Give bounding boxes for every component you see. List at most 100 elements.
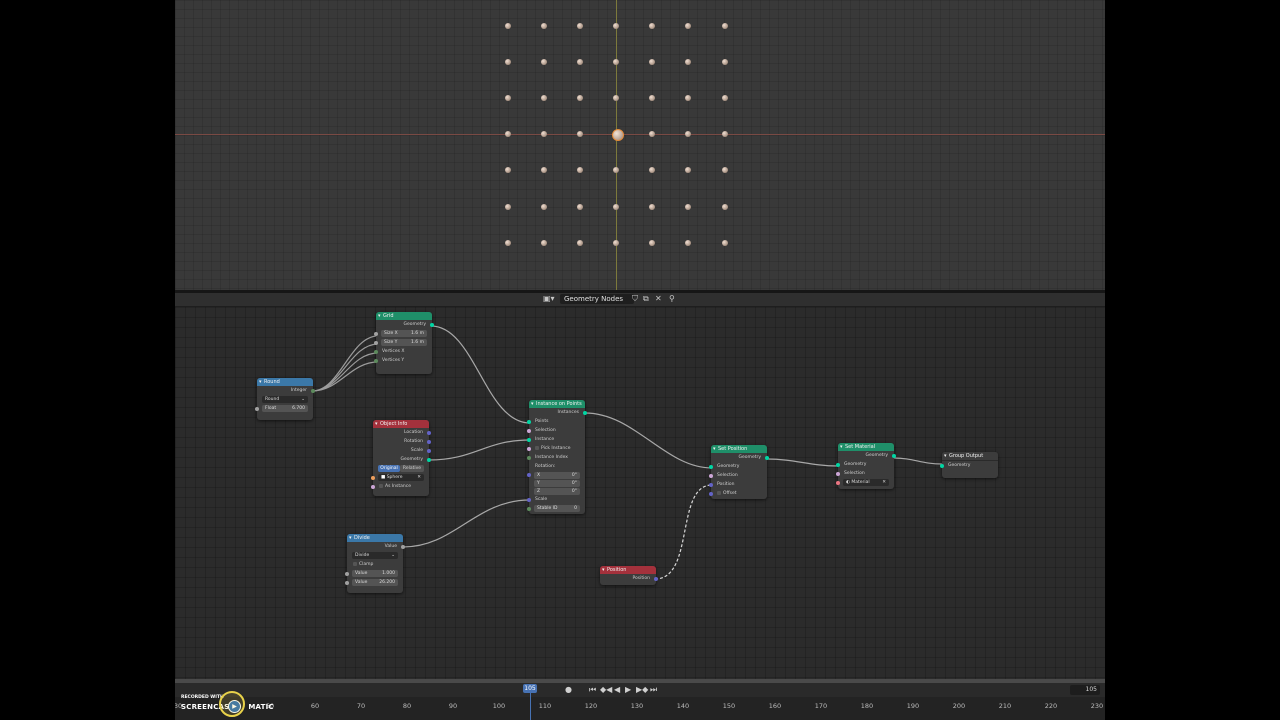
node-tree-name-field[interactable]: Geometry Nodes	[560, 294, 634, 304]
material-selector[interactable]: ◐ Material ✕	[843, 479, 889, 486]
node-set-position[interactable]: Set Position Geometry Geometry Selection…	[709, 445, 769, 499]
output-socket[interactable]	[765, 455, 769, 460]
input-socket[interactable]	[527, 497, 531, 502]
node-instance-on-points[interactable]: Instance on Points Instances Points Sele…	[527, 400, 587, 514]
input-socket[interactable]	[527, 437, 531, 442]
play-icon[interactable]: ▶	[625, 685, 631, 695]
input-socket[interactable]	[374, 340, 378, 345]
value-1-field[interactable]: Value 1.000	[352, 570, 398, 577]
stable-id-field[interactable]: Stable ID 0	[534, 505, 580, 512]
timeline[interactable]: ● ⏮ ◆◀ ◀ ▶ ▶◆ ⏭ 105 30 50 60 70 80 90 100 110 12…	[175, 683, 1105, 720]
object-origin[interactable]	[612, 129, 624, 141]
frame-tick-label: 180	[860, 702, 874, 710]
rotation-x-field[interactable]: X 0°	[534, 472, 580, 479]
input-socket[interactable]	[836, 462, 840, 467]
input-socket[interactable]	[374, 358, 378, 363]
size-y-field[interactable]: Size Y 1.6 m	[381, 339, 427, 346]
current-frame-field[interactable]: 105	[1070, 685, 1100, 695]
input-socket[interactable]	[709, 464, 713, 469]
input-socket[interactable]	[836, 480, 840, 485]
input-socket[interactable]	[527, 506, 531, 511]
node-position[interactable]: Position Position	[600, 566, 658, 585]
instance-sphere	[685, 95, 691, 101]
input-socket[interactable]	[255, 406, 259, 411]
relative-toggle[interactable]: Relative	[400, 465, 424, 472]
socket-row-offset: Offset	[709, 489, 767, 498]
output-socket[interactable]	[892, 453, 896, 458]
input-socket[interactable]	[527, 473, 531, 477]
node-object-info[interactable]: Object Info Location Rotation Scale Geom…	[371, 420, 431, 496]
operation-dropdown[interactable]: Divide ⌄	[352, 552, 398, 559]
jump-end-icon[interactable]: ⏭	[650, 685, 657, 695]
socket-row-value-1: Value 1.000	[345, 569, 403, 578]
input-socket[interactable]	[345, 571, 349, 576]
close-icon[interactable]: ✕	[655, 294, 662, 304]
input-socket[interactable]	[709, 482, 713, 487]
float-field[interactable]: Float 6.700	[262, 405, 308, 412]
playhead-line	[530, 693, 531, 720]
output-socket[interactable]	[427, 439, 431, 444]
x-axis-line	[175, 134, 1105, 135]
current-frame-indicator[interactable]: 105	[523, 684, 537, 693]
input-socket[interactable]	[527, 428, 531, 433]
frame-tick-label: 170	[814, 702, 828, 710]
input-socket[interactable]	[527, 419, 531, 424]
output-socket[interactable]	[430, 322, 434, 327]
node-editor-canvas[interactable]: Grid Geometry Size X1.6 m Size Y1.6 m Ve…	[175, 307, 1105, 679]
next-keyframe-icon[interactable]: ▶◆	[636, 685, 648, 695]
socket-row-geometry: Geometry	[709, 462, 767, 471]
checkbox[interactable]	[535, 445, 539, 450]
output-socket[interactable]	[427, 430, 431, 435]
duplicate-icon[interactable]: ⧉	[643, 294, 649, 304]
instance-sphere	[685, 240, 691, 246]
input-socket[interactable]	[836, 471, 840, 476]
node-divide[interactable]: Divide Value Divide⌄ Clamp Value1.000 Va…	[345, 534, 405, 593]
node-group-output[interactable]: Group Output Geometry	[940, 452, 998, 478]
blender-window: ▣▾ Geometry Nodes ⛉ ⧉ ✕ ⚲ Grid	[175, 0, 1105, 720]
record-icon[interactable]: ●	[565, 685, 572, 695]
frame-ruler[interactable]: 30 50 60 70 80 90 100 110 120 130 140 150 160 170 180 1…	[175, 701, 1105, 713]
rotation-z-field[interactable]: Z 0°	[534, 488, 580, 495]
fake-user-shield-icon[interactable]: ⛉	[632, 294, 638, 304]
node-grid[interactable]: Grid Geometry Size X1.6 m Size Y1.6 m Ve…	[374, 312, 434, 374]
rotation-y-field[interactable]: Y 0°	[534, 480, 580, 487]
instance-sphere	[577, 204, 583, 210]
object-selector[interactable]: ■ Sphere ✕	[378, 474, 424, 481]
original-toggle[interactable]: Original	[378, 465, 400, 472]
socket-row-scale: Scale	[373, 446, 431, 455]
output-socket[interactable]	[654, 576, 658, 581]
pin-icon[interactable]: ⚲	[669, 294, 675, 304]
output-socket[interactable]	[311, 388, 315, 393]
object-row: ■ Sphere ✕	[371, 473, 429, 482]
jump-start-icon[interactable]: ⏮	[589, 685, 596, 695]
output-socket[interactable]	[427, 448, 431, 453]
input-socket[interactable]	[709, 491, 713, 496]
input-socket[interactable]	[371, 484, 375, 489]
output-socket[interactable]	[583, 410, 587, 415]
prev-keyframe-icon[interactable]: ◆◀	[600, 685, 612, 695]
checkbox[interactable]	[717, 490, 721, 495]
round-mode-dropdown[interactable]: Round ⌄	[262, 396, 308, 403]
input-socket[interactable]	[345, 580, 349, 585]
size-x-field[interactable]: Size X 1.6 m	[381, 330, 427, 337]
node-round[interactable]: Round Integer Round⌄ Float6.700	[255, 378, 315, 420]
value-2-field[interactable]: Value 26.200	[352, 579, 398, 586]
node-set-material[interactable]: Set Material Geometry Geometry Selection…	[836, 443, 896, 489]
input-socket[interactable]	[371, 475, 375, 480]
output-socket[interactable]	[427, 457, 431, 462]
input-socket[interactable]	[940, 463, 944, 468]
input-socket[interactable]	[374, 331, 378, 336]
output-socket[interactable]	[401, 544, 405, 549]
socket-label: Geometry	[403, 322, 426, 327]
input-socket[interactable]	[709, 473, 713, 478]
play-reverse-icon[interactable]: ◀	[614, 685, 620, 695]
node-tree-browse-icon[interactable]: ▣▾	[543, 294, 555, 304]
3d-viewport[interactable]	[175, 0, 1105, 290]
checkbox[interactable]	[379, 483, 383, 488]
socket-label: Vertices Y	[382, 358, 405, 363]
input-socket[interactable]	[527, 455, 531, 460]
frame-tick-label: 230	[1090, 702, 1104, 710]
input-socket[interactable]	[374, 349, 378, 354]
clamp-checkbox[interactable]	[353, 561, 357, 566]
input-socket[interactable]	[527, 446, 531, 451]
